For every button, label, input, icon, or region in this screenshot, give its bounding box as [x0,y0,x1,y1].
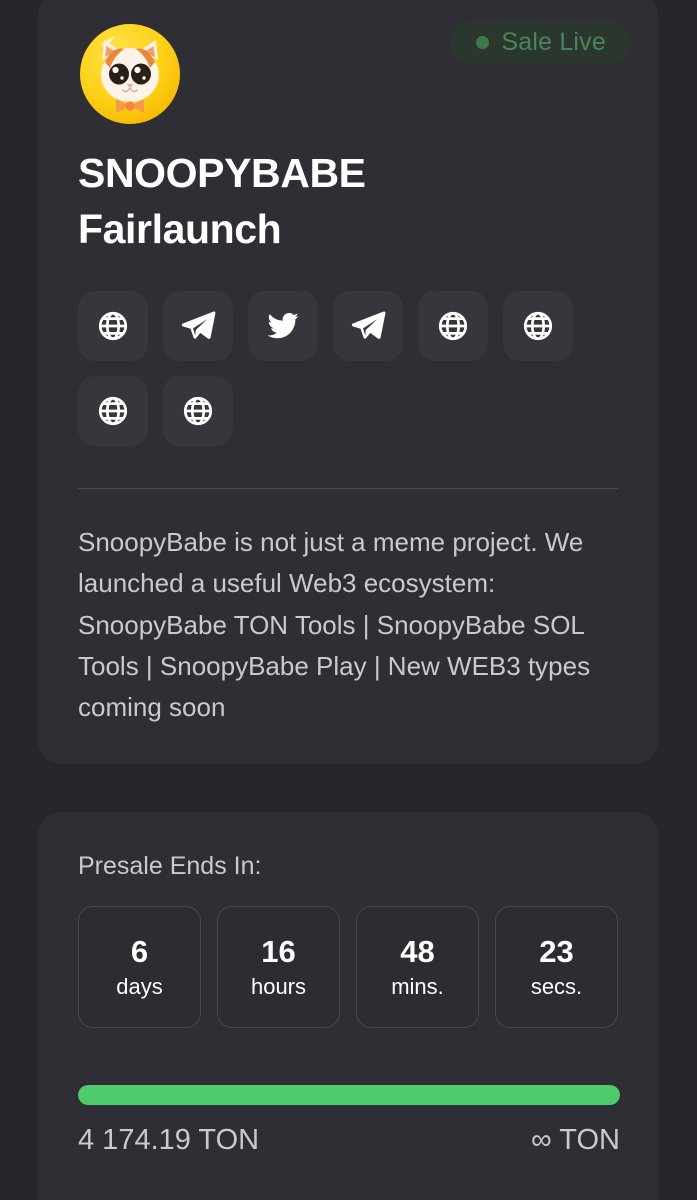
social-link-website-3[interactable] [503,291,573,361]
social-link-telegram-1[interactable] [163,291,233,361]
countdown-days-value: 6 [130,934,149,969]
social-link-website-4[interactable] [78,376,148,446]
countdown-minutes-unit: mins. [391,974,444,999]
countdown-hours-unit: hours [250,974,307,999]
countdown-seconds-unit: secs. [530,974,583,999]
presale-countdown: 6 days 16 hours 48 mins. 23 secs. [78,906,620,1028]
social-link-website-2[interactable] [418,291,488,361]
globe-icon [96,394,130,428]
snoopybabe-coin-logo [78,22,182,126]
countdown-minutes-value: 48 [400,934,435,969]
countdown-hours: 16 hours [217,906,340,1028]
countdown-days: 6 days [78,906,201,1028]
status-badge-label: Sale Live [501,28,606,56]
presale-progress-fill [78,1085,620,1105]
globe-icon [96,309,130,343]
countdown-hours-value: 16 [261,934,296,969]
presale-page: Sale Live SNOOPYBABE Fairlaunch SnoopyBa… [0,0,697,1200]
twitter-icon [266,309,300,343]
project-info-card: Sale Live SNOOPYBABE Fairlaunch SnoopyBa… [38,0,658,764]
globe-icon [436,309,470,343]
presale-card: Presale Ends In: 6 days 16 hours 48 mins… [38,812,658,1200]
amount-raised: 4 174.19 TON [78,1124,260,1156]
countdown-minutes: 48 mins. [356,906,479,1028]
section-divider [78,488,618,489]
project-title-line-1: SNOOPYBABE [78,150,366,196]
social-link-twitter[interactable] [248,291,318,361]
page-title: SNOOPYBABE Fairlaunch [78,146,598,258]
social-link-telegram-2[interactable] [333,291,403,361]
presale-amounts: 4 174.19 TON ∞ TON [78,1124,620,1157]
telegram-icon [350,308,386,344]
amount-goal: ∞ TON [531,1124,620,1156]
status-badge: Sale Live [450,20,632,65]
social-links-grid [78,291,618,446]
countdown-days-unit: days [116,974,163,999]
globe-icon [181,394,215,428]
telegram-icon [180,308,216,344]
countdown-seconds: 23 secs. [495,906,618,1028]
countdown-seconds-value: 23 [539,934,574,969]
globe-icon [521,309,555,343]
status-dot-icon [476,36,490,49]
social-link-website-1[interactable] [78,291,148,361]
project-title-line-2: Fairlaunch [78,205,282,252]
project-description: SnoopyBabe is not just a meme project. W… [78,527,591,723]
presale-countdown-label: Presale Ends In: [78,852,262,880]
social-link-website-5[interactable] [163,376,233,446]
presale-progress-bar [78,1085,620,1105]
